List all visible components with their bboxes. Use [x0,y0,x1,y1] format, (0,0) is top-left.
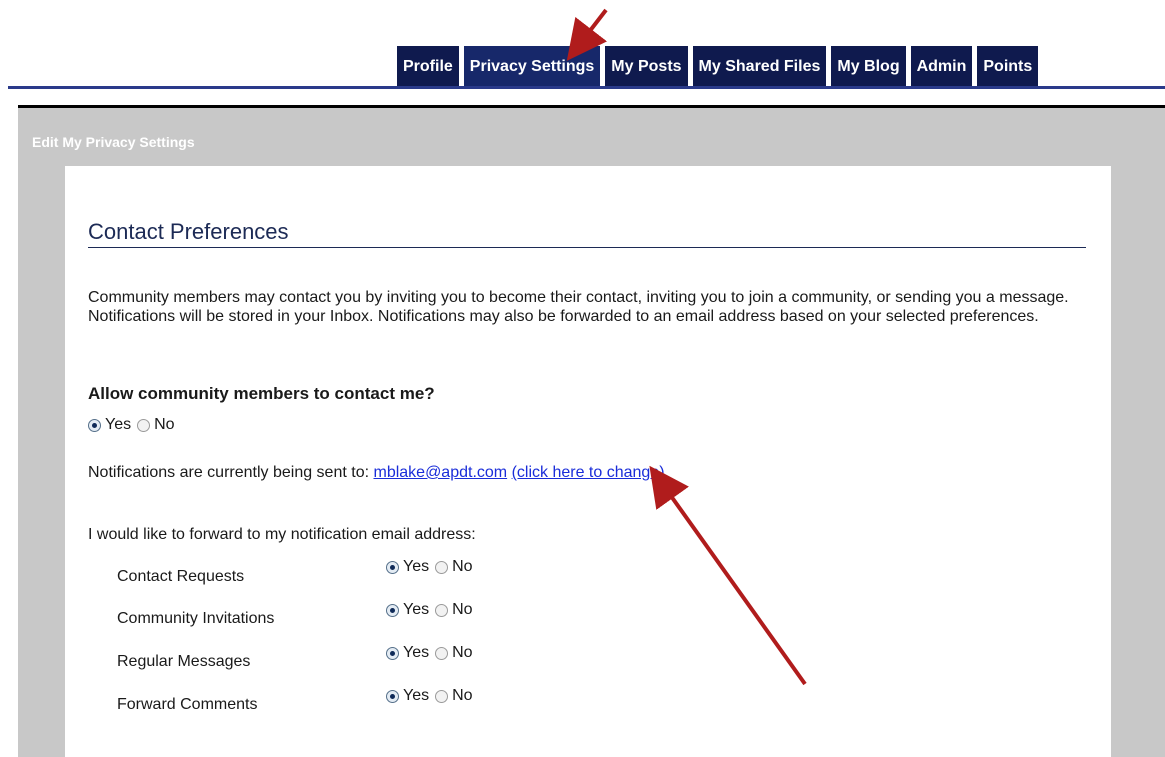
allow-contact-radio-group: Yes No [88,416,181,434]
forward-comments-yes-label: Yes [403,687,430,704]
forward-contact-requests-no-radio[interactable] [435,560,449,574]
forward-label-regular-messages: Regular Messages [117,653,251,670]
forward-contact-requests-yes-radio[interactable] [386,560,399,574]
allow-contact-yes-label: Yes [105,416,132,433]
section-title: Contact Preferences [88,219,289,244]
allow-contact-yes-radio[interactable] [88,418,101,432]
tab-profile[interactable]: Profile [397,46,459,88]
forward-contact-requests-yes-label: Yes [403,558,430,575]
forward-comments-yes-radio[interactable] [386,689,399,703]
forward-community-invitations-no-label: No [452,601,473,618]
forward-community-invitations-radio-group: Yes No [386,601,479,619]
forward-community-invitations-no-radio[interactable] [435,603,449,617]
forward-contact-requests-no-label: No [452,558,473,575]
forward-label-forward-comments: Forward Comments [117,696,258,713]
forward-regular-messages-yes-label: Yes [403,644,430,661]
forward-community-invitations-yes-radio[interactable] [386,603,399,617]
forward-contact-requests-radio-group: Yes No [386,558,479,576]
forward-label-community-invitations: Community Invitations [117,610,275,627]
forward-comments-no-radio[interactable] [435,689,449,703]
allow-contact-question: Allow community members to contact me? [88,384,435,403]
allow-contact-no-radio[interactable] [137,418,151,432]
tab-my-shared-files[interactable]: My Shared Files [692,46,827,88]
tab-my-blog[interactable]: My Blog [831,46,906,88]
forward-regular-messages-no-radio[interactable] [435,646,449,660]
forward-comments-no-label: No [452,687,473,704]
tab-underline [8,86,1165,89]
notification-text: Notifications are currently being sent t… [88,464,370,481]
forward-label-contact-requests: Contact Requests [117,568,245,585]
tab-privacy-settings[interactable]: Privacy Settings [463,46,601,88]
change-email-link[interactable]: (click here to change) [512,464,665,481]
section-divider [88,247,1086,248]
profile-tab-bar: Profile Privacy Settings My Posts My Sha… [397,46,1043,88]
forward-comments-radio-group: Yes No [386,687,479,705]
forward-regular-messages-radio-group: Yes No [386,644,479,662]
forward-community-invitations-yes-label: Yes [403,601,430,618]
intro-text: Community members may contact you by inv… [88,289,1069,325]
tab-points[interactable]: Points [977,46,1039,88]
tab-my-posts[interactable]: My Posts [605,46,688,88]
panel-title: Edit My Privacy Settings [32,134,195,150]
forward-regular-messages-no-label: No [452,644,473,661]
notification-line: Notifications are currently being sent t… [88,464,665,482]
arrow-to-privacy-tab [566,8,608,61]
forward-regular-messages-yes-radio[interactable] [386,646,399,660]
allow-contact-no-label: No [154,416,175,433]
tab-admin[interactable]: Admin [910,46,973,88]
forward-intro: I would like to forward to my notificati… [88,526,476,543]
notification-email-link[interactable]: mblake@apdt.com [373,464,507,481]
